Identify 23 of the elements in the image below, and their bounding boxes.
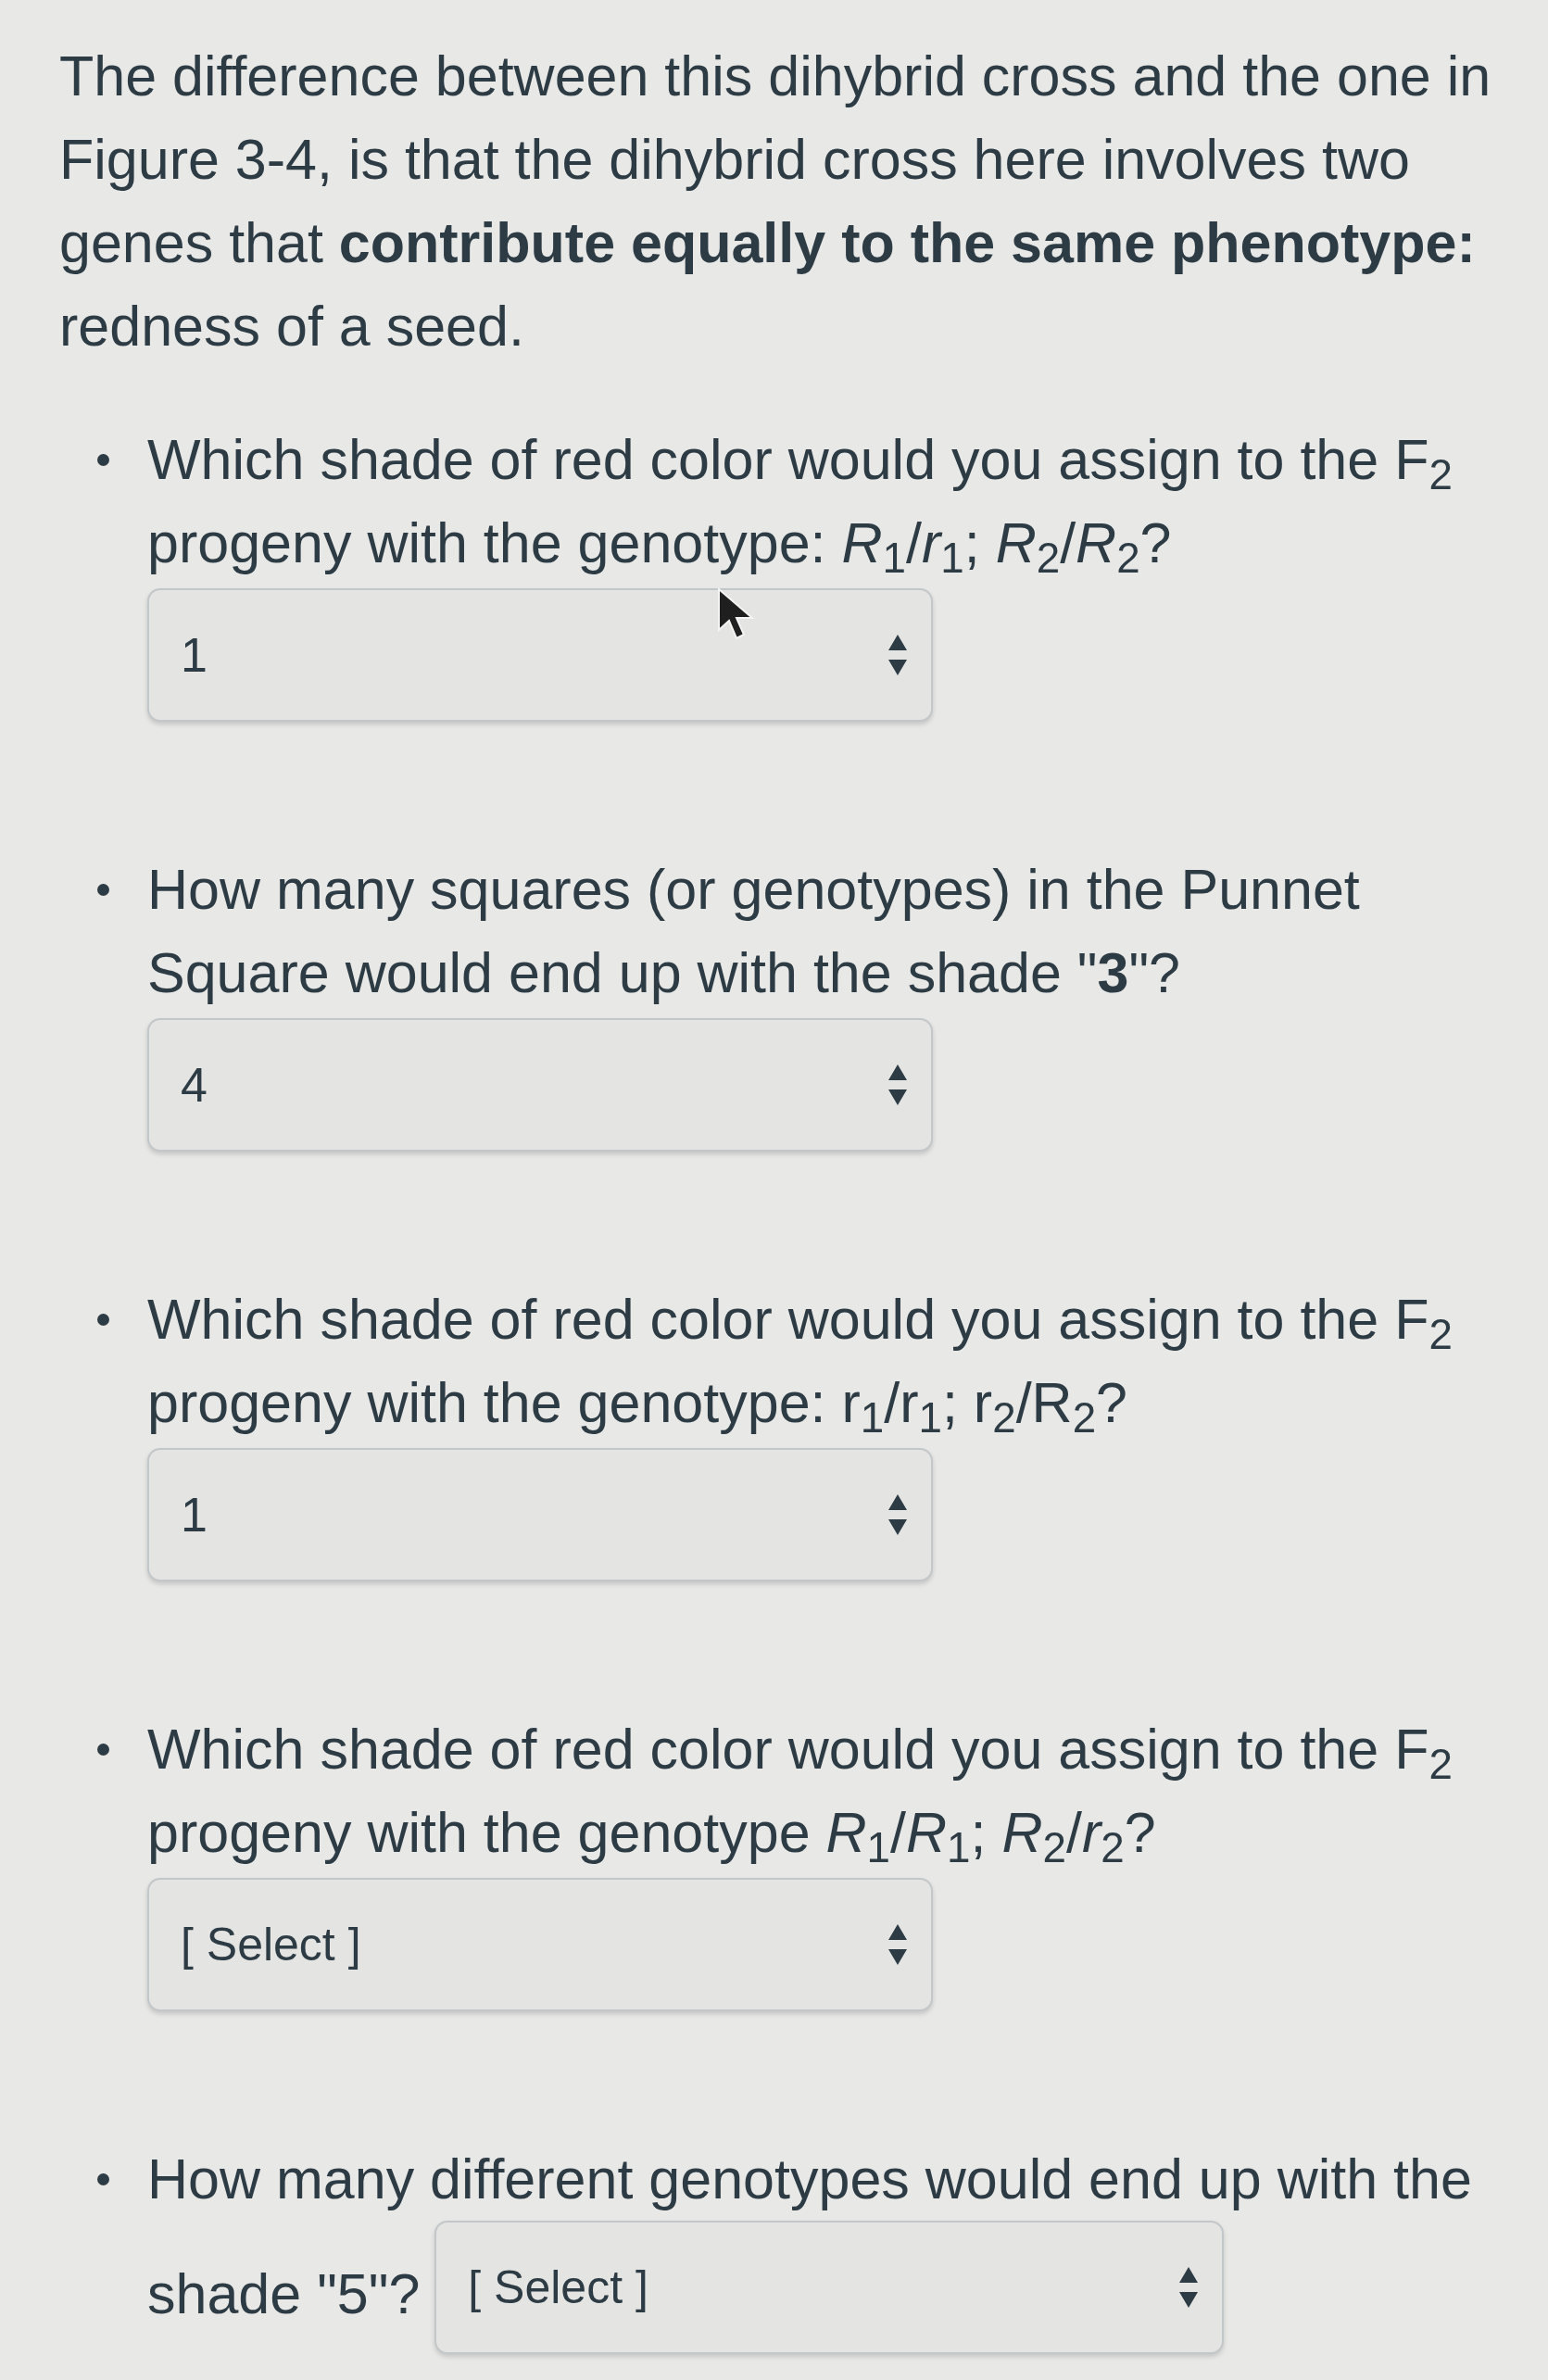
dropdown-select[interactable]: [ Select ] bbox=[147, 1878, 933, 2011]
up-down-arrows-icon bbox=[888, 1924, 907, 1965]
up-down-arrows-icon bbox=[888, 1064, 907, 1105]
bullet-icon bbox=[97, 884, 109, 896]
dropdown-select[interactable]: 1 bbox=[147, 1448, 933, 1581]
dropdown-select[interactable]: 1 bbox=[147, 588, 933, 722]
question-text: How many different genotypes would end up with the bbox=[147, 2147, 1472, 2212]
up-down-arrows-icon bbox=[1179, 2267, 1199, 2308]
up-down-arrows-icon bbox=[888, 1494, 907, 1535]
bullet-icon bbox=[97, 1314, 109, 1326]
up-down-arrows-icon bbox=[888, 635, 907, 675]
dropdown-select[interactable]: [ Select ] bbox=[434, 2221, 1225, 2354]
question-text: Which shade of red color would you assign to the F$_{2}$ progeny with the genotype: R$_{1}$/r$_{1}$; R$_{2}$/R$_{2}$? bbox=[147, 427, 1454, 585]
bullet-icon bbox=[97, 454, 109, 466]
bullet-icon bbox=[97, 2173, 109, 2185]
intro-paragraph: The difference between this dihybrid cross and the one in Figure 3-4, is that the dihybrid cross here involves two genes that contribute equally to the same phenotype: redness of a seed. bbox=[59, 44, 1492, 359]
question-text: How many squares (or genotypes) in the Punnet Square would end up with the shade "3"? bbox=[147, 857, 1361, 1006]
question-text: Which shade of red color would you assign to the F$_{2}$ progeny with the genotype R$_{1}$/R$_{1}$; R$_{2}$/r$_{2}$? bbox=[147, 1717, 1454, 1874]
mouse-pointer-icon bbox=[717, 587, 756, 641]
dropdown-select[interactable]: 4 bbox=[147, 1018, 933, 1152]
question-text: shade "5"? bbox=[147, 2261, 421, 2327]
bullet-icon bbox=[97, 1744, 109, 1756]
question-text: Which shade of red color would you assign to the F$_{2}$ progeny with the genotype: r$_{1}$/r$_{1}$; r$_{2}$/R$_{2}$? bbox=[147, 1287, 1454, 1444]
